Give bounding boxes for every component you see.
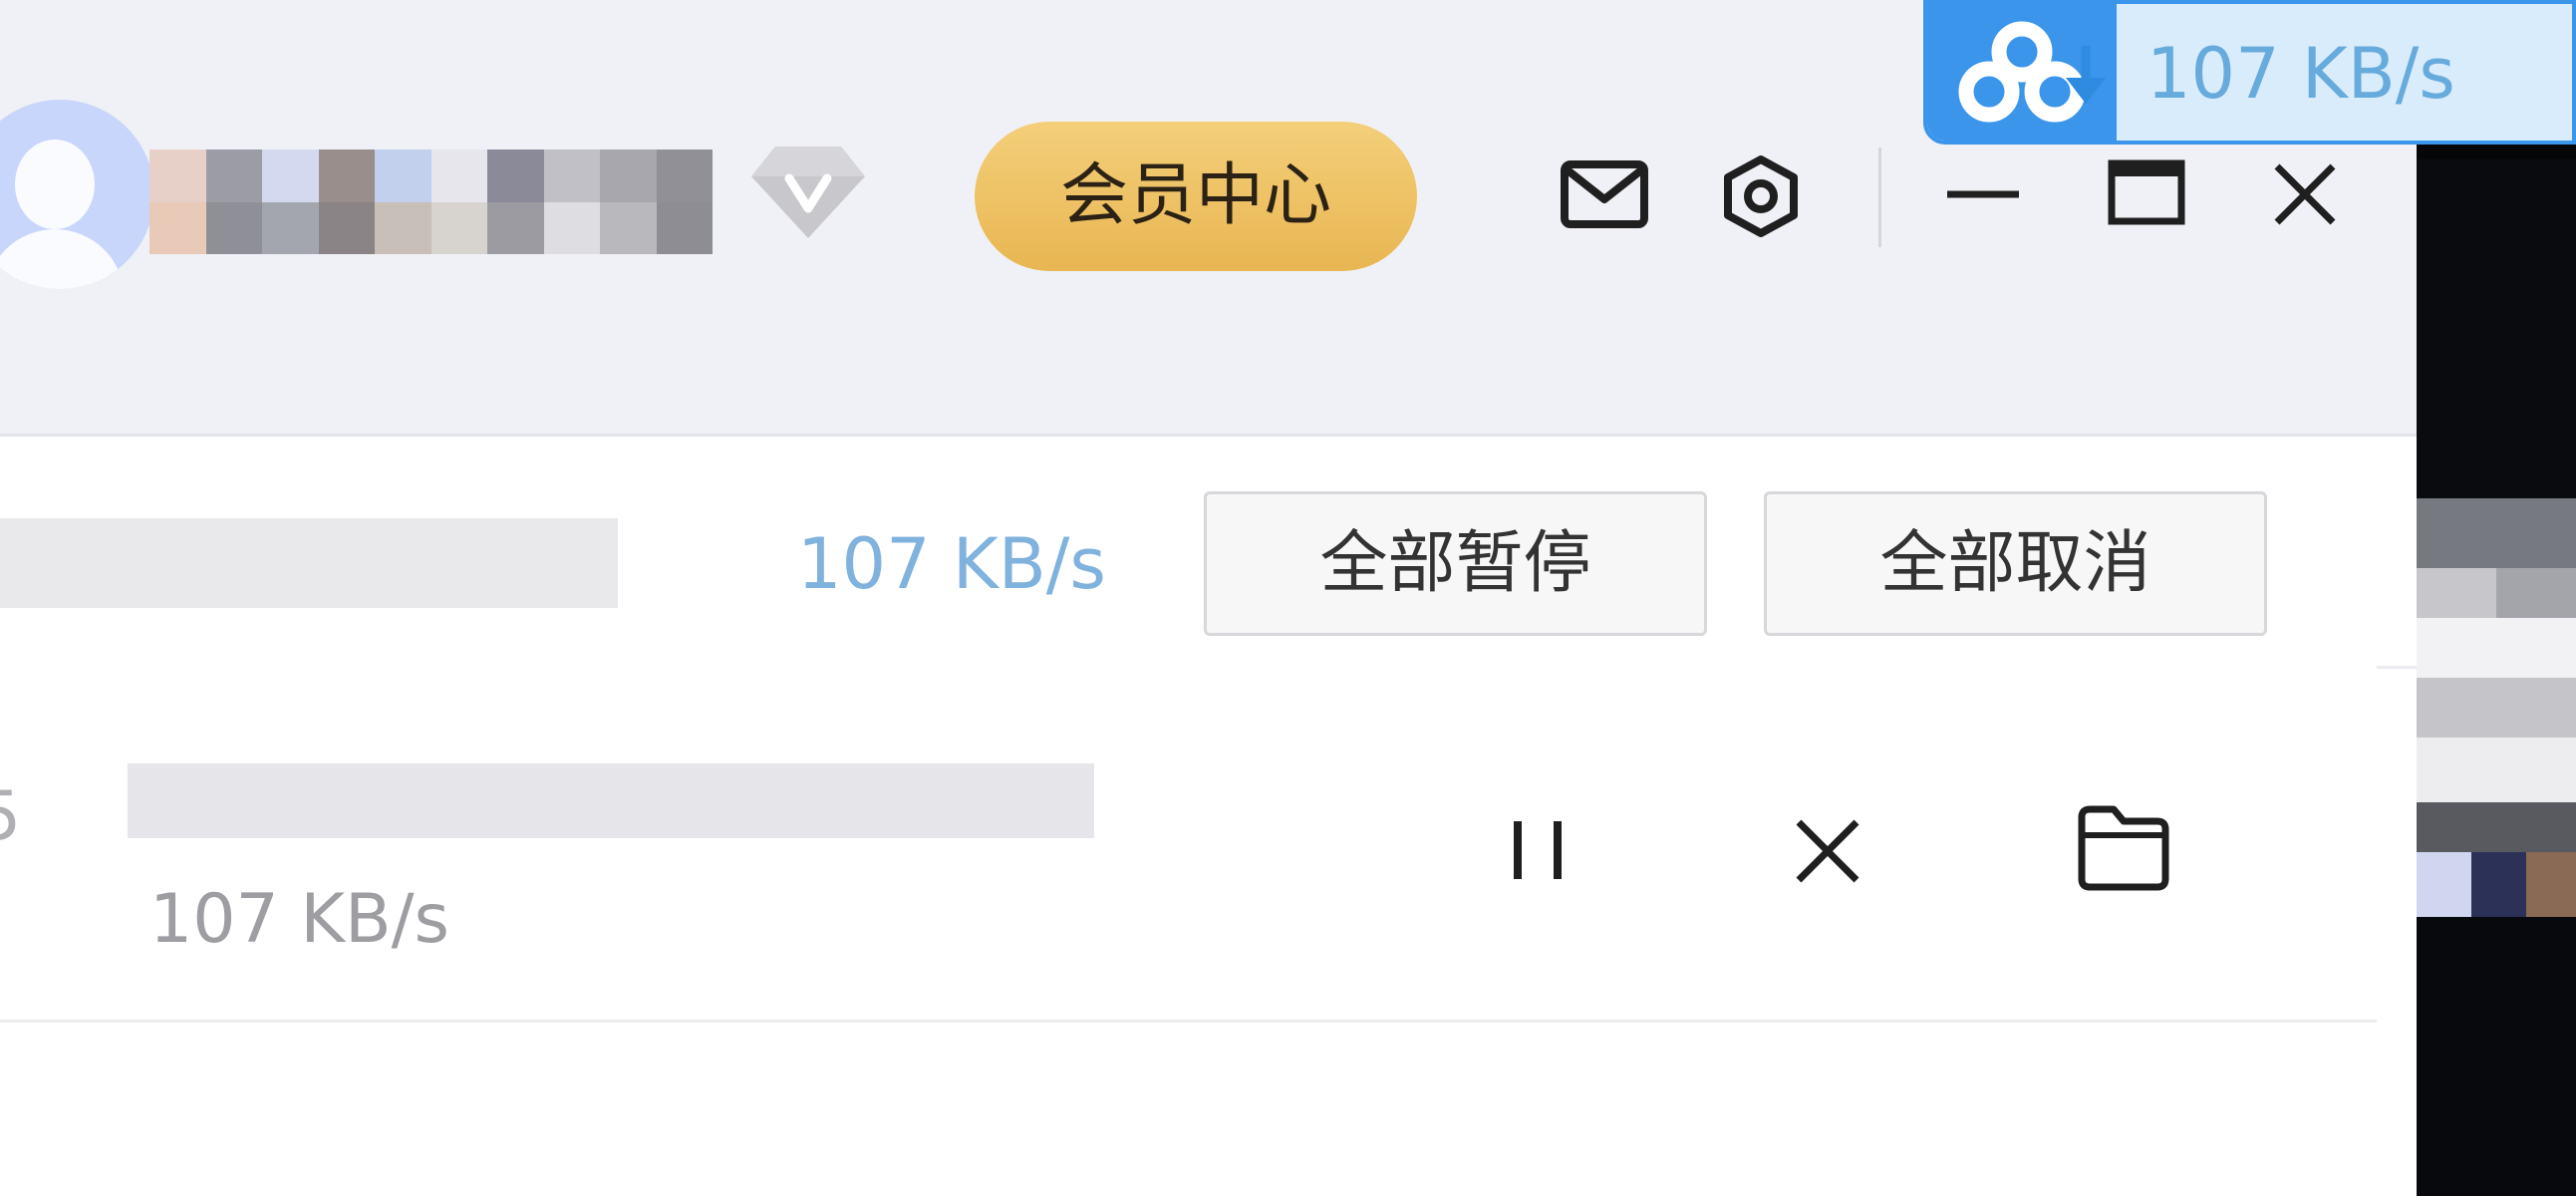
folder-icon[interactable] bbox=[2076, 803, 2171, 893]
table-row[interactable]: 5 107 KB/s bbox=[0, 666, 2377, 1023]
settings-hexagon-icon[interactable] bbox=[1719, 154, 1803, 238]
download-manager-window: 会员中心 107 KB/s 全部暂停 全部取消 5 107 KB bbox=[0, 0, 2417, 1196]
user-avatar-icon[interactable] bbox=[0, 100, 154, 289]
pause-all-button[interactable]: 全部暂停 bbox=[1204, 491, 1707, 636]
cancel-task-close-icon[interactable] bbox=[1794, 817, 1861, 885]
summary-progress-placeholder bbox=[0, 518, 618, 608]
vip-center-button[interactable]: 会员中心 bbox=[975, 122, 1417, 271]
username-pixelated[interactable] bbox=[149, 150, 713, 254]
mail-icon[interactable] bbox=[1560, 159, 1649, 229]
total-speed-label: 107 KB/s bbox=[797, 523, 1106, 605]
pause-icon[interactable] bbox=[1503, 815, 1573, 885]
cancel-all-button[interactable]: 全部取消 bbox=[1764, 491, 2267, 636]
download-summary-row: 107 KB/s 全部暂停 全部取消 bbox=[0, 437, 2417, 669]
task-speed-label: 107 KB/s bbox=[149, 880, 449, 959]
toolbar-separator bbox=[1878, 148, 1881, 247]
download-arrow-icon bbox=[2066, 46, 2106, 104]
task-name-placeholder bbox=[128, 763, 1094, 838]
background-window-strip bbox=[2417, 0, 2576, 1196]
floating-speed-label: 107 KB/s bbox=[2147, 33, 2455, 115]
task-index: 5 bbox=[0, 777, 21, 857]
diamond-vip-icon[interactable] bbox=[749, 143, 867, 242]
minimize-icon[interactable] bbox=[1943, 184, 2023, 204]
floating-speed-widget[interactable]: 107 KB/s bbox=[1923, 0, 2576, 145]
maximize-icon[interactable] bbox=[2108, 159, 2185, 225]
close-icon[interactable] bbox=[2272, 161, 2338, 227]
